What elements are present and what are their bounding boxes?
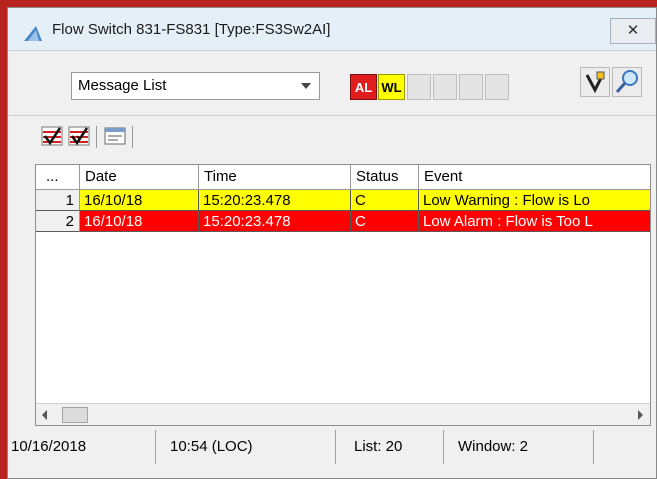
status-time: 10:54 (LOC) bbox=[156, 430, 336, 464]
close-button[interactable]: ✕ bbox=[610, 18, 656, 44]
row-event: Low Alarm : Flow is Too L bbox=[419, 211, 650, 232]
acknowledge-check-icon[interactable] bbox=[41, 126, 63, 146]
table-row[interactable]: 1 16/10/18 15:20:23.478 C Low Warning : … bbox=[36, 190, 650, 211]
acknowledge-all-icon[interactable] bbox=[68, 126, 90, 146]
detail-window-icon[interactable] bbox=[104, 126, 126, 146]
row-status: C bbox=[351, 211, 419, 232]
toolbar-divider-2 bbox=[132, 126, 133, 148]
row-time: 15:20:23.478 bbox=[199, 211, 351, 232]
indicator-blank-3 bbox=[459, 74, 483, 100]
row-date: 16/10/18 bbox=[80, 211, 199, 232]
flow-icon bbox=[24, 26, 42, 41]
column-header-time[interactable]: Time bbox=[199, 165, 351, 189]
status-date: 10/16/2018 bbox=[8, 430, 156, 464]
title-bar[interactable]: Flow Switch 831-FS831 [Type:FS3Sw2AI] ✕ bbox=[8, 8, 656, 51]
table-header: ... Date Time Status Event bbox=[36, 165, 650, 190]
scroll-right-icon[interactable] bbox=[638, 410, 643, 420]
view-select-value: Message List bbox=[78, 77, 167, 94]
scroll-left-icon[interactable] bbox=[42, 410, 47, 420]
tuning-icon bbox=[585, 71, 605, 94]
message-toolbar bbox=[8, 116, 656, 156]
magnifier-icon bbox=[615, 70, 638, 93]
indicator-blank-4 bbox=[485, 74, 509, 100]
column-header-status[interactable]: Status bbox=[351, 165, 419, 189]
close-icon: ✕ bbox=[626, 22, 640, 39]
faceplate-toolbar: Message List AL WL bbox=[8, 51, 656, 114]
message-table[interactable]: ... Date Time Status Event 1 16/10/18 15… bbox=[35, 164, 651, 426]
column-header-event[interactable]: Event bbox=[419, 165, 650, 189]
status-window-count: Window: 2 bbox=[444, 430, 594, 464]
row-date: 16/10/18 bbox=[80, 190, 199, 211]
indicator-blank-2 bbox=[433, 74, 457, 100]
tuning-button[interactable] bbox=[580, 67, 610, 97]
column-header-date[interactable]: Date bbox=[80, 165, 199, 189]
status-list-count: List: 20 bbox=[336, 430, 444, 464]
row-status: C bbox=[351, 190, 419, 211]
horizontal-scrollbar[interactable] bbox=[36, 403, 650, 425]
row-time: 15:20:23.478 bbox=[199, 190, 351, 211]
toolbar-divider bbox=[96, 126, 97, 148]
table-row[interactable]: 2 16/10/18 15:20:23.478 C Low Alarm : Fl… bbox=[36, 211, 650, 232]
warning-indicator: WL bbox=[378, 74, 405, 100]
window-title: Flow Switch 831-FS831 [Type:FS3Sw2AI] bbox=[52, 21, 331, 38]
faceplate-window: Flow Switch 831-FS831 [Type:FS3Sw2AI] ✕ … bbox=[7, 7, 657, 479]
row-number: 2 bbox=[36, 211, 80, 232]
chevron-down-icon bbox=[301, 83, 311, 89]
search-button[interactable] bbox=[612, 67, 642, 97]
column-header-index[interactable]: ... bbox=[36, 165, 80, 189]
scroll-thumb[interactable] bbox=[62, 407, 88, 423]
indicator-blank-1 bbox=[407, 74, 431, 100]
row-number: 1 bbox=[36, 190, 80, 211]
view-select[interactable]: Message List bbox=[71, 72, 320, 100]
status-bar: 10/16/2018 10:54 (LOC) List: 20 Window: … bbox=[8, 430, 656, 466]
row-event: Low Warning : Flow is Lo bbox=[419, 190, 650, 211]
alarm-indicator: AL bbox=[350, 74, 377, 100]
